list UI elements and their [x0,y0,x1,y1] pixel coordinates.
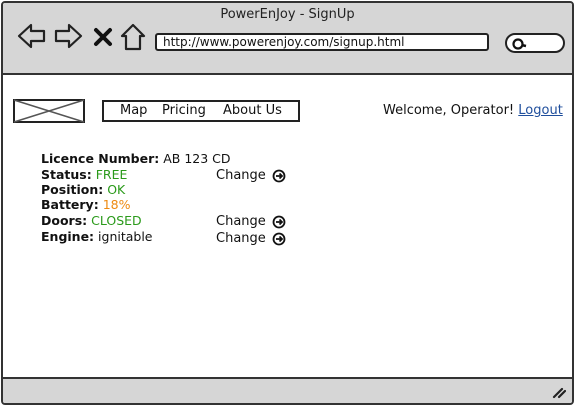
menu-item-pricing[interactable]: Pricing [162,103,206,118]
doors-row: Doors: CLOSED [41,213,142,228]
close-icon[interactable] [93,27,113,51]
home-icon[interactable] [120,23,146,55]
search-icon [512,38,527,50]
status-value: FREE [95,167,128,182]
logout-link[interactable]: Logout [518,103,563,118]
licence-row: Licence Number: AB 123 CD [41,151,231,166]
change-doors-button[interactable]: Change [216,214,286,229]
doors-value: CLOSED [91,213,142,228]
browser-window: PowerEnJoy - SignUp http://www.powerenjo… [1,1,574,405]
battery-row: Battery: 18% [41,197,130,212]
change-label: Change [216,214,266,229]
welcome-text: Welcome, Operator! [383,103,515,118]
change-engine-button[interactable]: Change [216,231,286,246]
browser-toolbar: PowerEnJoy - SignUp http://www.powerenjo… [3,3,572,75]
status-label: Status: [41,167,92,182]
window-title: PowerEnJoy - SignUp [220,7,355,22]
logo-placeholder-image [13,99,85,123]
arrow-circle-right-icon [272,215,286,229]
back-arrow-icon[interactable] [17,23,47,53]
doors-label: Doors: [41,213,88,228]
battery-label: Battery: [41,197,99,212]
forward-arrow-icon[interactable] [53,23,83,53]
resize-grip-icon[interactable] [552,385,566,399]
main-menu: Map Pricing About Us [102,100,300,122]
arrow-circle-right-icon [272,169,286,183]
arrow-circle-right-icon [272,232,286,246]
status-row: Status: FREE [41,167,127,182]
engine-value: ignitable [98,229,153,244]
position-label: Position: [41,182,104,197]
licence-label: Licence Number: [41,151,160,166]
search-input[interactable] [505,33,565,53]
change-status-button[interactable]: Change [216,168,286,183]
url-input[interactable]: http://www.powerenjoy.com/signup.html [155,33,489,51]
licence-value: AB 123 CD [163,151,231,166]
change-label: Change [216,168,266,183]
position-value: OK [107,182,126,197]
position-row: Position: OK [41,182,125,197]
battery-value: 18% [102,197,131,212]
engine-label: Engine: [41,229,95,244]
menu-item-map[interactable]: Map [120,103,147,118]
menu-item-about-us[interactable]: About Us [223,103,282,118]
change-label: Change [216,231,266,246]
welcome-area: Welcome, Operator! Logout [383,103,563,118]
status-bar [3,377,572,403]
engine-row: Engine: ignitable [41,229,153,244]
